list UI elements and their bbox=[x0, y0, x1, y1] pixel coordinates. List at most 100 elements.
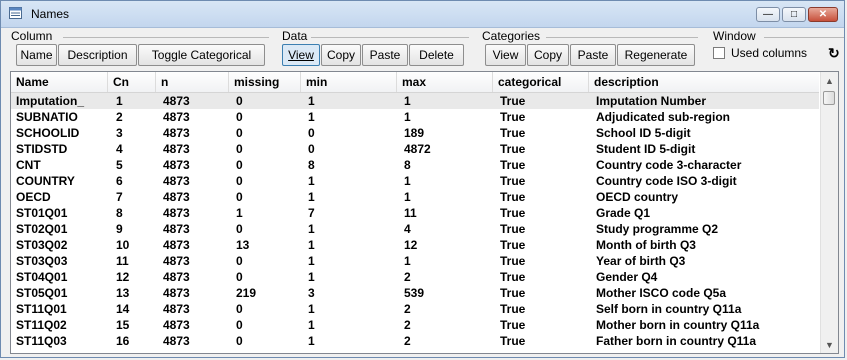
column-name-button[interactable]: Name bbox=[16, 44, 57, 66]
toggle-categorical-button[interactable]: Toggle Categorical bbox=[138, 44, 265, 66]
data-paste-button[interactable]: Paste bbox=[362, 44, 408, 66]
table-cell: 11 bbox=[116, 254, 129, 268]
table-cell: 4873 bbox=[163, 318, 190, 332]
table-row[interactable]: ST05Q01 13 4873 219 3 539 True Mother ISCO code… bbox=[11, 285, 819, 301]
table-cell: 1 bbox=[116, 94, 123, 108]
header-description[interactable]: description bbox=[589, 72, 819, 92]
categories-group-label: Categories bbox=[482, 29, 541, 43]
table-cell: ST11Q01 bbox=[16, 302, 67, 316]
header-missing[interactable]: missing bbox=[229, 72, 301, 92]
table-cell: 1 bbox=[404, 174, 411, 188]
column-description-button[interactable]: Description bbox=[58, 44, 137, 66]
table-cell: 0 bbox=[308, 142, 315, 156]
table-cell: 1 bbox=[308, 110, 315, 124]
table-row[interactable]: ST03Q02 10 4873 13 1 12 True Month of birth Q3 bbox=[11, 237, 819, 253]
header-cn[interactable]: Cn bbox=[108, 72, 156, 92]
table-row[interactable]: COUNTRY 6 4873 0 1 1 True Country code ISO 3-di… bbox=[11, 173, 819, 189]
table-cell: STIDSTD bbox=[16, 142, 68, 156]
table-cell: 2 bbox=[404, 318, 411, 332]
used-columns-label[interactable]: Used columns bbox=[731, 46, 807, 60]
title-bar[interactable]: Names — □ ✕ bbox=[1, 1, 844, 28]
table-cell: 1 bbox=[308, 190, 315, 204]
close-button[interactable]: ✕ bbox=[808, 7, 838, 22]
header-name[interactable]: Name bbox=[11, 72, 108, 92]
window-group-label: Window bbox=[713, 29, 756, 43]
table-cell: 1 bbox=[404, 254, 411, 268]
table-cell: True bbox=[500, 334, 526, 348]
table-cell: School ID 5-digit bbox=[596, 126, 691, 140]
app-icon bbox=[9, 7, 22, 19]
close-icon: ✕ bbox=[818, 8, 828, 20]
table-cell: 2 bbox=[404, 302, 411, 316]
data-delete-button[interactable]: Delete bbox=[409, 44, 464, 66]
table-row[interactable]: STIDSTD 4 4873 0 0 4872 True Student ID 5-digit bbox=[11, 141, 819, 157]
categories-paste-button[interactable]: Paste bbox=[570, 44, 616, 66]
table-row[interactable]: ST04Q01 12 4873 0 1 2 True Gender Q4 bbox=[11, 269, 819, 285]
header-categorical[interactable]: categorical bbox=[493, 72, 589, 92]
table-cell: 1 bbox=[308, 318, 315, 332]
table-row[interactable]: SCHOOLID 3 4873 0 0 189 True School ID 5-digit bbox=[11, 125, 819, 141]
categories-copy-button[interactable]: Copy bbox=[527, 44, 569, 66]
table-cell: Country code 3-character bbox=[596, 158, 742, 172]
table-cell: 7 bbox=[116, 190, 123, 204]
table-cell: 10 bbox=[116, 238, 130, 252]
regenerate-button[interactable]: Regenerate bbox=[617, 44, 695, 66]
data-copy-button[interactable]: Copy bbox=[321, 44, 361, 66]
table-cell: 5 bbox=[116, 158, 123, 172]
table-cell: 4 bbox=[116, 142, 123, 156]
table-cell: Study programme Q2 bbox=[596, 222, 719, 236]
table-cell: 4873 bbox=[163, 142, 190, 156]
table-cell: Mother ISCO code Q5a bbox=[596, 286, 727, 300]
table-cell: 13 bbox=[236, 238, 250, 252]
data-group-divider bbox=[311, 37, 469, 38]
scroll-thumb[interactable] bbox=[823, 91, 835, 105]
table-row[interactable]: ST11Q01 14 4873 0 1 2 True Self born in country… bbox=[11, 301, 819, 317]
table-cell: 1 bbox=[404, 94, 411, 108]
table-cell: 0 bbox=[308, 126, 315, 140]
scroll-up-icon[interactable]: ▲ bbox=[821, 72, 838, 89]
maximize-button[interactable]: □ bbox=[782, 7, 806, 22]
table-cell: True bbox=[500, 286, 526, 300]
table-row[interactable]: ST02Q01 9 4873 0 1 4 True Study programme Q2 bbox=[11, 221, 819, 237]
table-cell: OECD bbox=[16, 190, 51, 204]
table-cell: Father born in country Q11a bbox=[596, 334, 757, 348]
used-columns-checkbox[interactable] bbox=[713, 47, 725, 59]
minimize-button[interactable]: — bbox=[756, 7, 780, 22]
table-cell: True bbox=[500, 302, 526, 316]
table-row[interactable]: ST03Q03 11 4873 0 1 1 True Year of birth Q3 bbox=[11, 253, 819, 269]
table-row[interactable]: ST11Q03 16 4873 0 1 2 True Father born in count… bbox=[11, 333, 819, 349]
vertical-scrollbar[interactable]: ▲ ▼ bbox=[820, 72, 838, 353]
scroll-down-icon[interactable]: ▼ bbox=[821, 336, 838, 353]
header-n[interactable]: n bbox=[156, 72, 229, 92]
refresh-icon[interactable]: ↻ bbox=[828, 45, 840, 62]
table-row[interactable]: SUBNATIO 2 4873 0 1 1 True Adjudicated sub-regi… bbox=[11, 109, 819, 125]
header-max[interactable]: max bbox=[397, 72, 493, 92]
table-cell: True bbox=[500, 238, 526, 252]
table-cell: 0 bbox=[236, 142, 243, 156]
table-cell: OECD country bbox=[596, 190, 679, 204]
header-min[interactable]: min bbox=[301, 72, 397, 92]
table-cell: 1 bbox=[308, 270, 315, 284]
table-row[interactable]: OECD 7 4873 0 1 1 True OECD country bbox=[11, 189, 819, 205]
table-cell: 0 bbox=[236, 158, 243, 172]
table-cell: Imputation Number bbox=[596, 94, 706, 108]
table-cell: 4873 bbox=[163, 334, 190, 348]
table-cell: True bbox=[500, 318, 526, 332]
table-cell: Gender Q4 bbox=[596, 270, 658, 284]
table-cell: 4872 bbox=[404, 142, 431, 156]
data-view-button[interactable]: View bbox=[282, 44, 320, 66]
categories-view-button[interactable]: View bbox=[485, 44, 526, 66]
table-cell: SUBNATIO bbox=[16, 110, 78, 124]
table-row[interactable]: Imputation_ 1 4873 0 1 1 True Imputation Number bbox=[11, 93, 819, 109]
table-row[interactable]: CNT 5 4873 0 8 8 True Country code 3-character bbox=[11, 157, 819, 173]
table-row[interactable]: ST11Q02 15 4873 0 1 2 True Mother born in count… bbox=[11, 317, 819, 333]
categories-group-divider bbox=[546, 37, 698, 38]
table-cell: 4873 bbox=[163, 94, 190, 108]
column-group-label: Column bbox=[11, 29, 53, 43]
window-group-divider bbox=[764, 37, 844, 38]
table-cell: 0 bbox=[236, 334, 243, 348]
table-cell: True bbox=[500, 254, 526, 268]
table-row[interactable]: ST01Q01 8 4873 1 7 11 True Grade Q1 bbox=[11, 205, 819, 221]
table-cell: 1 bbox=[404, 190, 411, 204]
names-table[interactable]: Name Cn n missing min max categorical de… bbox=[10, 71, 839, 354]
